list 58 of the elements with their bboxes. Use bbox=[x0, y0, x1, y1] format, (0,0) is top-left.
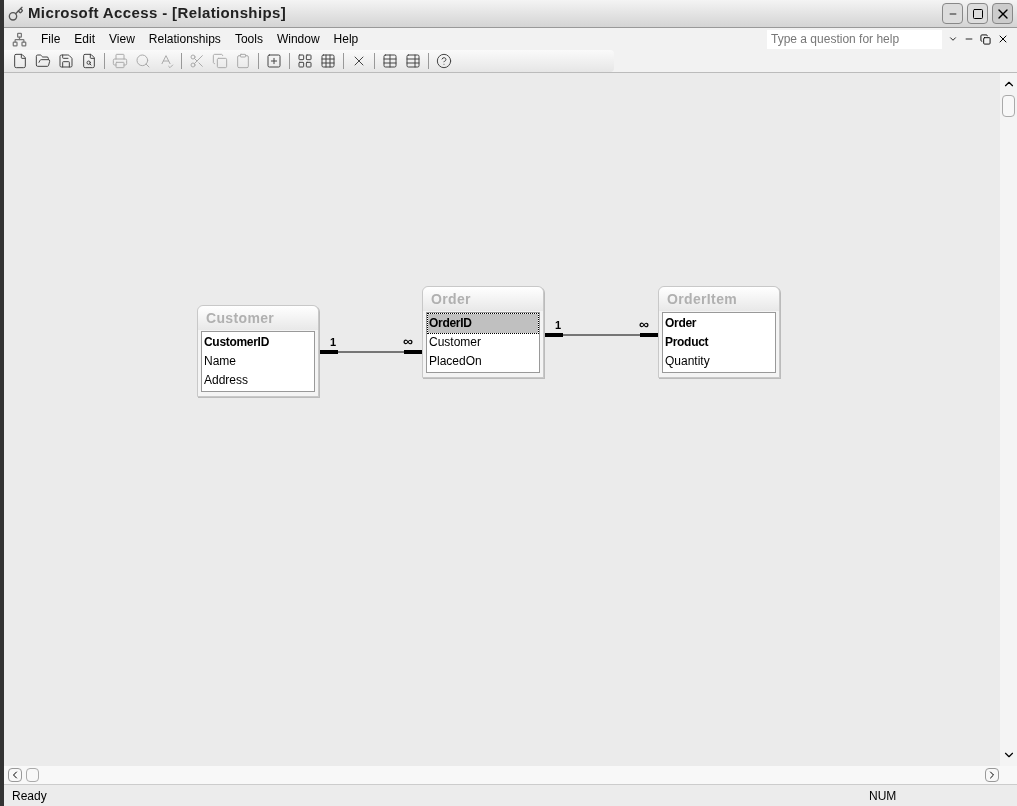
maximize-button[interactable] bbox=[967, 3, 988, 24]
field-item[interactable]: OrderID bbox=[428, 314, 538, 333]
field-item[interactable]: Order bbox=[664, 314, 774, 333]
new-file-icon[interactable] bbox=[12, 53, 28, 69]
table-title: Order bbox=[431, 289, 471, 309]
one-label: 1 bbox=[555, 320, 562, 331]
open-folder-icon[interactable] bbox=[35, 53, 51, 69]
field-item[interactable]: Quantity bbox=[664, 352, 774, 371]
scroll-thumb[interactable] bbox=[26, 768, 39, 782]
add-table-icon[interactable] bbox=[266, 53, 282, 69]
scroll-right-icon[interactable] bbox=[985, 768, 999, 782]
field-item[interactable]: Customer bbox=[428, 333, 538, 352]
menu-item[interactable]: Help bbox=[333, 30, 359, 48]
relationships-icon[interactable] bbox=[12, 31, 27, 47]
table-title: Customer bbox=[206, 308, 275, 328]
clipboard-icon[interactable] bbox=[235, 53, 251, 69]
grid-icon[interactable] bbox=[297, 53, 313, 69]
field-item[interactable]: Address bbox=[203, 371, 313, 390]
dropdown-icon[interactable] bbox=[948, 34, 958, 44]
horizontal-scrollbar[interactable] bbox=[4, 766, 1017, 784]
save-icon[interactable] bbox=[58, 53, 74, 69]
app-icon bbox=[8, 5, 24, 22]
grid-icon[interactable] bbox=[320, 53, 336, 69]
relationship-line[interactable] bbox=[320, 349, 422, 355]
field-item[interactable]: Product bbox=[664, 333, 774, 352]
table-icon[interactable] bbox=[382, 53, 398, 69]
table-icon[interactable] bbox=[405, 53, 421, 69]
status-message: Ready bbox=[12, 787, 48, 805]
many-label: ∞ bbox=[639, 317, 649, 331]
relationship-line[interactable] bbox=[545, 332, 658, 338]
menu-item[interactable]: Tools bbox=[234, 30, 263, 48]
table-window[interactable]: Order OrderID Customer PlacedOn bbox=[422, 286, 544, 378]
maximize-icon bbox=[971, 7, 984, 20]
spellcheck-icon[interactable] bbox=[158, 53, 174, 69]
field-item[interactable]: Name bbox=[203, 352, 313, 371]
restore-icon[interactable] bbox=[980, 33, 991, 45]
help-icon[interactable] bbox=[436, 53, 452, 69]
table-title: OrderItem bbox=[667, 289, 738, 309]
field-item[interactable]: CustomerID bbox=[203, 333, 313, 352]
field-item[interactable]: PlacedOn bbox=[428, 352, 538, 371]
scroll-thumb[interactable] bbox=[1002, 95, 1015, 117]
window-title: Microsoft Access - [Relationships] bbox=[28, 3, 287, 24]
scroll-left-icon[interactable] bbox=[8, 768, 22, 782]
one-label: 1 bbox=[330, 337, 337, 348]
vertical-scrollbar[interactable] bbox=[1000, 73, 1017, 766]
menu-item[interactable]: File bbox=[41, 30, 61, 48]
close-button[interactable] bbox=[992, 3, 1013, 24]
help-search-field[interactable]: Type a question for help bbox=[767, 29, 942, 49]
table-window[interactable]: Customer CustomerID Name Address bbox=[197, 305, 319, 397]
menu-item[interactable]: View bbox=[109, 30, 135, 48]
preview-icon[interactable] bbox=[81, 53, 97, 69]
menu-item[interactable]: Edit bbox=[74, 30, 96, 48]
many-label: ∞ bbox=[403, 334, 413, 348]
menu-item[interactable]: Relationships bbox=[148, 30, 221, 48]
close-icon[interactable] bbox=[997, 33, 1009, 45]
menu-item[interactable]: Window bbox=[276, 30, 320, 48]
table-window[interactable]: OrderItem Order Product Quantity bbox=[658, 286, 780, 378]
num-lock-indicator: NUM bbox=[869, 787, 898, 805]
